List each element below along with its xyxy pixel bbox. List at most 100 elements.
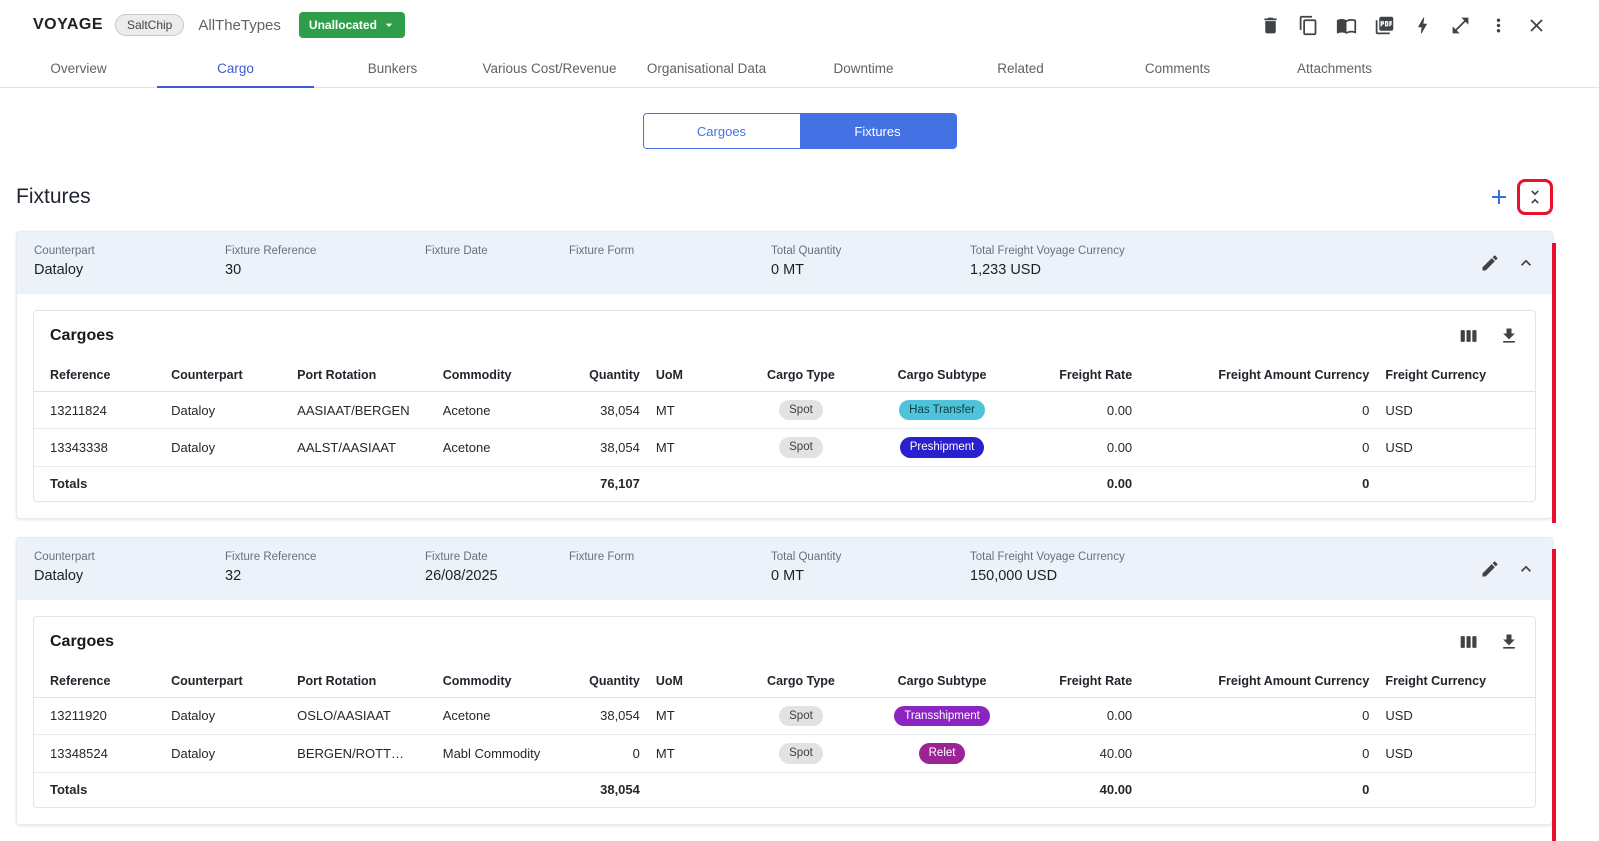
fixture-form-value	[569, 568, 771, 585]
toggle-cargoes[interactable]: Cargoes	[644, 114, 800, 148]
tab-bunkers[interactable]: Bunkers	[314, 50, 471, 87]
actions-button[interactable]	[1412, 15, 1433, 36]
toggle-fixtures[interactable]: Fixtures	[800, 114, 956, 148]
cell-counterpart: Dataloy	[163, 429, 289, 466]
delete-button[interactable]	[1260, 15, 1281, 36]
add-fixture-button[interactable]	[1487, 185, 1511, 209]
tab-bar: Overview Cargo Bunkers Various Cost/Reve…	[0, 50, 1599, 88]
total-freight-field: Total Freight Voyage Currency 150,000 US…	[970, 551, 1460, 585]
cell-uom: MT	[648, 392, 747, 429]
col-cargo-type: Cargo Type	[747, 359, 855, 392]
tab-related[interactable]: Related	[942, 50, 1099, 87]
chevron-down-icon	[381, 17, 397, 33]
tab-downtime[interactable]: Downtime	[785, 50, 942, 87]
totals-label: Totals	[34, 466, 163, 501]
col-cargo-subtype: Cargo Subtype	[855, 665, 1029, 698]
field-label: Fixture Reference	[225, 245, 425, 257]
col-cargo-type: Cargo Type	[747, 665, 855, 698]
cell-counterpart: Dataloy	[163, 735, 289, 772]
cargo-row[interactable]: 13211920 Dataloy OSLO/AASIAAT Acetone 38…	[34, 697, 1535, 734]
cargo-type-badge: Spot	[779, 400, 823, 420]
cargoes-table: Reference Counterpart Port Rotation Comm…	[34, 665, 1535, 807]
columns-icon	[1459, 326, 1479, 346]
collapse-fixture-button[interactable]	[1516, 253, 1536, 273]
field-label: Fixture Form	[569, 551, 771, 563]
download-icon	[1499, 632, 1519, 652]
pdf-export-button[interactable]	[1374, 15, 1395, 36]
plus-icon	[1487, 185, 1511, 209]
more-menu-button[interactable]	[1488, 15, 1509, 36]
tab-cargo[interactable]: Cargo	[157, 50, 314, 87]
col-freight-currency: Freight Currency	[1377, 359, 1535, 392]
fixture-card: Counterpart Dataloy Fixture Reference 32…	[16, 537, 1553, 825]
cell-port-rotation: AALST/AASIAAT	[289, 429, 435, 466]
close-button[interactable]	[1526, 15, 1547, 36]
book-icon	[1336, 15, 1357, 36]
collapse-fixture-button[interactable]	[1516, 559, 1536, 579]
salt-chip: SaltChip	[115, 14, 184, 36]
cargo-subtype-badge: Has Transfer	[899, 400, 985, 420]
copy-button[interactable]	[1298, 15, 1319, 36]
fixture-card-actions	[1480, 551, 1536, 579]
cell-freight-rate: 40.00	[1029, 735, 1140, 772]
edit-fixture-button[interactable]	[1480, 253, 1500, 273]
annotation-line	[1552, 549, 1556, 841]
columns-button[interactable]	[1459, 326, 1479, 346]
total-quantity-field: Total Quantity 0 MT	[771, 245, 970, 279]
col-freight-currency: Freight Currency	[1377, 665, 1535, 698]
cargo-row[interactable]: 13348524 Dataloy BERGEN/ROTT… Mabl Commo…	[34, 735, 1535, 772]
cell-freight-amount-currency: 0	[1140, 429, 1377, 466]
cargoes-title: Cargoes	[50, 327, 114, 345]
cell-freight-currency: USD	[1377, 429, 1535, 466]
cell-uom: MT	[648, 735, 747, 772]
collapse-all-button[interactable]	[1525, 187, 1545, 207]
tab-overview[interactable]: Overview	[0, 50, 157, 87]
field-label: Counterpart	[34, 551, 225, 563]
cargo-row[interactable]: 13211824 Dataloy AASIAAT/BERGEN Acetone …	[34, 392, 1535, 429]
cargo-type-badge: Spot	[779, 743, 823, 763]
edit-fixture-button[interactable]	[1480, 559, 1500, 579]
columns-icon	[1459, 632, 1479, 652]
cargoes-panel-header: Cargoes	[34, 617, 1535, 665]
annotation-line	[1552, 243, 1556, 523]
field-label: Fixture Date	[425, 551, 569, 563]
cargo-type-badge: Spot	[779, 706, 823, 726]
voyage-name: AllTheTypes	[198, 17, 281, 34]
col-uom: UoM	[648, 359, 747, 392]
tab-various-cost-revenue[interactable]: Various Cost/Revenue	[471, 50, 628, 87]
tab-comments[interactable]: Comments	[1099, 50, 1256, 87]
total-quantity-value: 0 MT	[771, 262, 970, 279]
cell-reference: 13211920	[34, 697, 163, 734]
expand-window-button[interactable]	[1450, 15, 1471, 36]
col-reference: Reference	[34, 359, 163, 392]
edit-icon	[1480, 253, 1500, 273]
cell-commodity: Acetone	[435, 429, 555, 466]
cell-commodity: Mabl Commodity	[435, 735, 555, 772]
cell-quantity: 38,054	[555, 429, 648, 466]
annotation-highlight	[1517, 179, 1553, 215]
cargo-type-badge: Spot	[779, 437, 823, 457]
col-port-rotation: Port Rotation	[289, 359, 435, 392]
cell-counterpart: Dataloy	[163, 392, 289, 429]
fixture-date-value: 26/08/2025	[425, 568, 569, 585]
columns-button[interactable]	[1459, 632, 1479, 652]
total-quantity-value: 0 MT	[771, 568, 970, 585]
field-label: Total Freight Voyage Currency	[970, 551, 1460, 563]
col-uom: UoM	[648, 665, 747, 698]
expand-icon	[1450, 15, 1471, 36]
cell-port-rotation: AASIAAT/BERGEN	[289, 392, 435, 429]
window-toolbar	[1260, 15, 1547, 36]
cell-freight-amount-currency: 0	[1140, 392, 1377, 429]
view-toggle-row: Cargoes Fixtures	[0, 113, 1599, 149]
cell-cargo-subtype: Relet	[855, 735, 1029, 772]
download-button[interactable]	[1499, 326, 1519, 346]
allocation-status-dropdown[interactable]: Unallocated	[299, 12, 405, 38]
download-button[interactable]	[1499, 632, 1519, 652]
cargo-row[interactable]: 13343338 Dataloy AALST/AASIAAT Acetone 3…	[34, 429, 1535, 466]
tab-organisational-data[interactable]: Organisational Data	[628, 50, 785, 87]
compare-button[interactable]	[1336, 15, 1357, 36]
col-quantity: Quantity	[555, 665, 648, 698]
fixture-form-value	[569, 262, 771, 279]
tab-attachments[interactable]: Attachments	[1256, 50, 1413, 87]
total-freight-value: 1,233 USD	[970, 262, 1460, 279]
